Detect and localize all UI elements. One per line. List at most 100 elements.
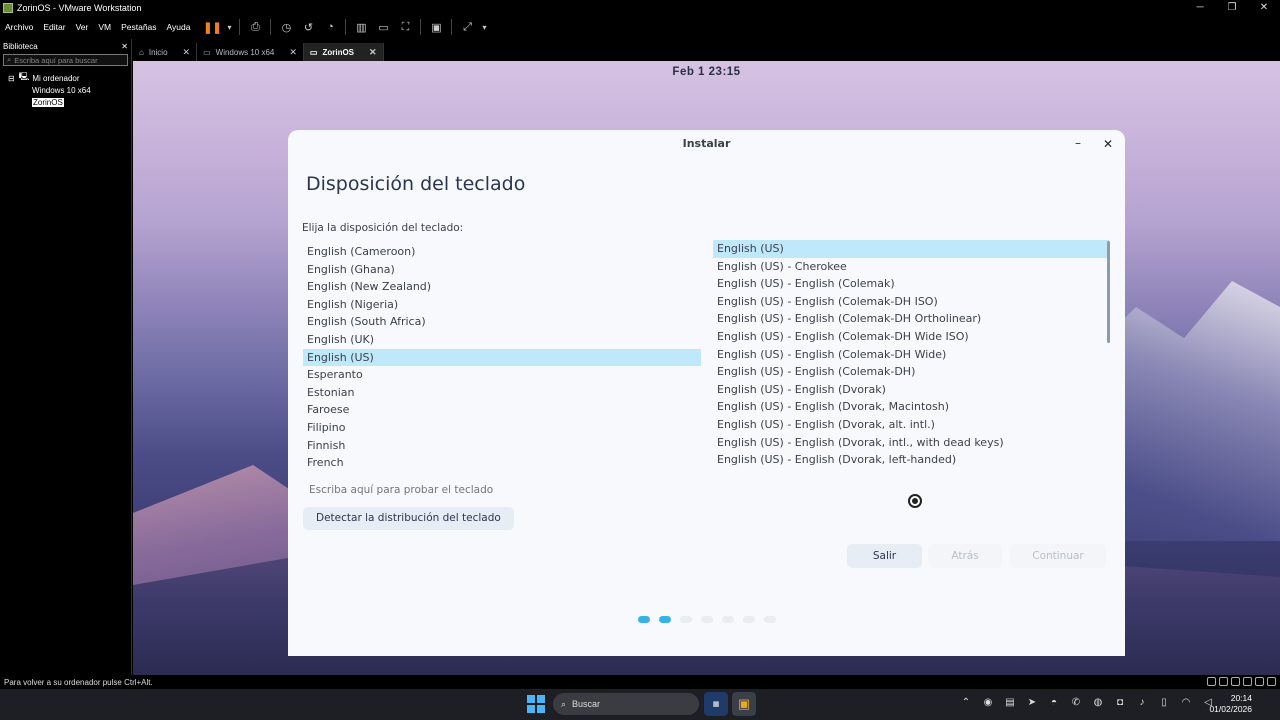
- discord-icon[interactable]: ◓: [1046, 697, 1062, 708]
- tab-zorinos[interactable]: ▭ ZorinOS ✕: [303, 43, 384, 61]
- list-item[interactable]: English (US) - English (Dvorak, Macintos…: [713, 398, 1109, 416]
- list-item[interactable]: Estonian: [303, 384, 701, 402]
- tray-app-icon[interactable]: ◉: [980, 697, 996, 708]
- sound-icon[interactable]: [1255, 677, 1264, 686]
- thumbnail-bar-icon[interactable]: ▭: [374, 18, 392, 36]
- close-library-icon[interactable]: ✕: [121, 42, 128, 51]
- hdd-icon[interactable]: [1207, 677, 1216, 686]
- list-item[interactable]: English (Ghana): [303, 261, 701, 279]
- back-button[interactable]: Atrás: [928, 544, 1002, 568]
- windows-start-icon[interactable]: [527, 695, 545, 713]
- menu-pestanas[interactable]: Pestañas: [116, 22, 161, 32]
- list-item[interactable]: English (US) - English (Dvorak, intl., w…: [713, 434, 1109, 452]
- telegram-icon[interactable]: ➤: [1024, 697, 1040, 708]
- vmware-taskbar-icon[interactable]: ▣: [732, 692, 756, 716]
- send-ctrl-alt-del-icon[interactable]: ⎙: [246, 18, 264, 36]
- window-title: ZorinOS - VMware Workstation: [17, 2, 142, 13]
- list-item[interactable]: English (UK): [303, 331, 701, 349]
- list-item[interactable]: English (US): [303, 348, 701, 367]
- menubar: Archivo Editar Ver VM Pestañas Ayuda ❚❚ …: [0, 15, 1280, 39]
- close-tab-icon[interactable]: ✕: [369, 47, 377, 58]
- snapshot-manager-icon[interactable]: ◔: [321, 18, 339, 36]
- tree-node-zorinos[interactable]: ZorinOS: [8, 96, 131, 108]
- restore-icon[interactable]: ❐: [1216, 0, 1248, 15]
- quit-button[interactable]: Salir: [847, 544, 922, 568]
- list-item[interactable]: English (US) - English (Colemak): [713, 275, 1109, 293]
- list-item[interactable]: English (US) - English (Colemak-DH): [713, 363, 1109, 381]
- close-tab-icon[interactable]: ✕: [289, 47, 297, 58]
- full-screen-icon[interactable]: ⛶: [396, 18, 414, 36]
- library-search-input[interactable]: ⌕ Escriba aquí para buscar: [3, 54, 128, 66]
- menu-vm[interactable]: VM: [93, 22, 116, 32]
- tree-node-my-computer[interactable]: ⊟ 🖳 Mi ordenador: [8, 72, 131, 84]
- taskbar-app-icon[interactable]: ▦: [704, 692, 728, 716]
- vmware-logo-icon: [3, 2, 13, 13]
- dropdown-arrow-icon[interactable]: ▾: [480, 18, 488, 36]
- menu-ayuda[interactable]: Ayuda: [162, 22, 196, 32]
- continue-button[interactable]: Continuar: [1010, 544, 1106, 568]
- menu-editar[interactable]: Editar: [38, 22, 70, 32]
- wifi-icon[interactable]: ◠: [1178, 697, 1194, 708]
- revert-snapshot-icon[interactable]: ↺: [299, 18, 317, 36]
- menu-ver[interactable]: Ver: [71, 22, 94, 32]
- close-icon[interactable]: ✕: [1099, 135, 1117, 153]
- network-icon[interactable]: [1231, 677, 1240, 686]
- list-item[interactable]: English (US) - English (Colemak-DH Wide …: [713, 328, 1109, 346]
- tray-app-icon[interactable]: ▤: [1002, 697, 1018, 708]
- cdrom-icon[interactable]: [1219, 677, 1228, 686]
- close-tab-icon[interactable]: ✕: [183, 47, 191, 58]
- list-item[interactable]: English (US): [713, 240, 1109, 258]
- usb-icon[interactable]: [1243, 677, 1252, 686]
- list-item[interactable]: English (New Zealand): [303, 278, 701, 296]
- keyboard-language-list[interactable]: English (Cameroon) English (Ghana) English…: [303, 243, 701, 477]
- list-item[interactable]: English (US) - English (Colemak-DH Ortho…: [713, 310, 1109, 328]
- list-item[interactable]: English (South Africa): [303, 313, 701, 331]
- home-icon: ⌂: [139, 47, 144, 57]
- stretch-guest-icon[interactable]: ⤢: [458, 18, 476, 36]
- list-item[interactable]: English (Nigeria): [303, 296, 701, 314]
- detect-layout-button[interactable]: Detectar la distribución del teclado: [303, 507, 514, 530]
- pause-icon[interactable]: ❚❚: [203, 18, 221, 36]
- step-dot: [722, 616, 734, 623]
- menu-archivo[interactable]: Archivo: [0, 22, 38, 32]
- list-item[interactable]: English (US) - English (Colemak-DH Wide): [713, 346, 1109, 364]
- keyboard-variant-list[interactable]: English (US) English (US) - Cherokee Engli…: [713, 240, 1109, 474]
- list-item[interactable]: Faroese: [303, 401, 701, 419]
- list-item[interactable]: English (US) - English (Colemak-DH ISO): [713, 293, 1109, 311]
- list-item[interactable]: English (US) - English (Dvorak, alt. int…: [713, 416, 1109, 434]
- tree-node-label: Windows 10 x64: [32, 85, 91, 95]
- list-item[interactable]: English (US) - English (Dvorak): [713, 381, 1109, 399]
- list-item[interactable]: English (Cameroon): [303, 243, 701, 261]
- show-library-icon[interactable]: ▥: [352, 18, 370, 36]
- variant-list-scrollbar[interactable]: [1107, 241, 1110, 343]
- chevron-up-icon[interactable]: ⌃: [958, 697, 974, 708]
- dropdown-arrow-icon[interactable]: ▾: [225, 18, 233, 36]
- microphone-icon[interactable]: ♪: [1134, 697, 1150, 708]
- dialog-title: Instalar: [682, 137, 731, 150]
- list-item[interactable]: Esperanto: [303, 366, 701, 384]
- list-item[interactable]: French: [303, 454, 701, 472]
- search-icon: ⌕: [561, 698, 567, 709]
- tray-app-icon[interactable]: ◍: [1090, 697, 1106, 708]
- list-item[interactable]: English (US) - Cherokee: [713, 258, 1109, 276]
- display-icon[interactable]: [1267, 677, 1276, 686]
- snapshot-icon[interactable]: ◷: [277, 18, 295, 36]
- tab-windows10[interactable]: ▭ Windows 10 x64 ✕: [197, 43, 304, 61]
- close-icon[interactable]: ✕: [1248, 0, 1280, 15]
- battery-icon[interactable]: ▯: [1156, 697, 1172, 708]
- list-item[interactable]: Finnish: [303, 437, 701, 455]
- keyboard-test-input[interactable]: [302, 478, 1112, 502]
- minimize-icon[interactable]: –: [1069, 135, 1087, 153]
- taskbar-search[interactable]: ⌕ Buscar: [553, 693, 699, 715]
- list-item[interactable]: English (US) - English (Dvorak, left-han…: [713, 451, 1109, 469]
- guest-clock[interactable]: Feb 1 23:15: [133, 66, 1280, 78]
- collapse-icon[interactable]: ⊟: [8, 74, 15, 83]
- list-item[interactable]: Filipino: [303, 419, 701, 437]
- minimize-icon[interactable]: ─: [1184, 0, 1216, 15]
- taskbar-clock[interactable]: 20:14 01/02/2026: [1209, 693, 1252, 715]
- whatsapp-icon[interactable]: ✆: [1068, 697, 1084, 708]
- tree-node-windows10[interactable]: Windows 10 x64: [8, 84, 131, 96]
- tab-inicio[interactable]: ⌂ Inicio ✕: [133, 43, 198, 61]
- console-view-icon[interactable]: ▣: [427, 18, 445, 36]
- tray-app-icon[interactable]: ◘: [1112, 697, 1128, 708]
